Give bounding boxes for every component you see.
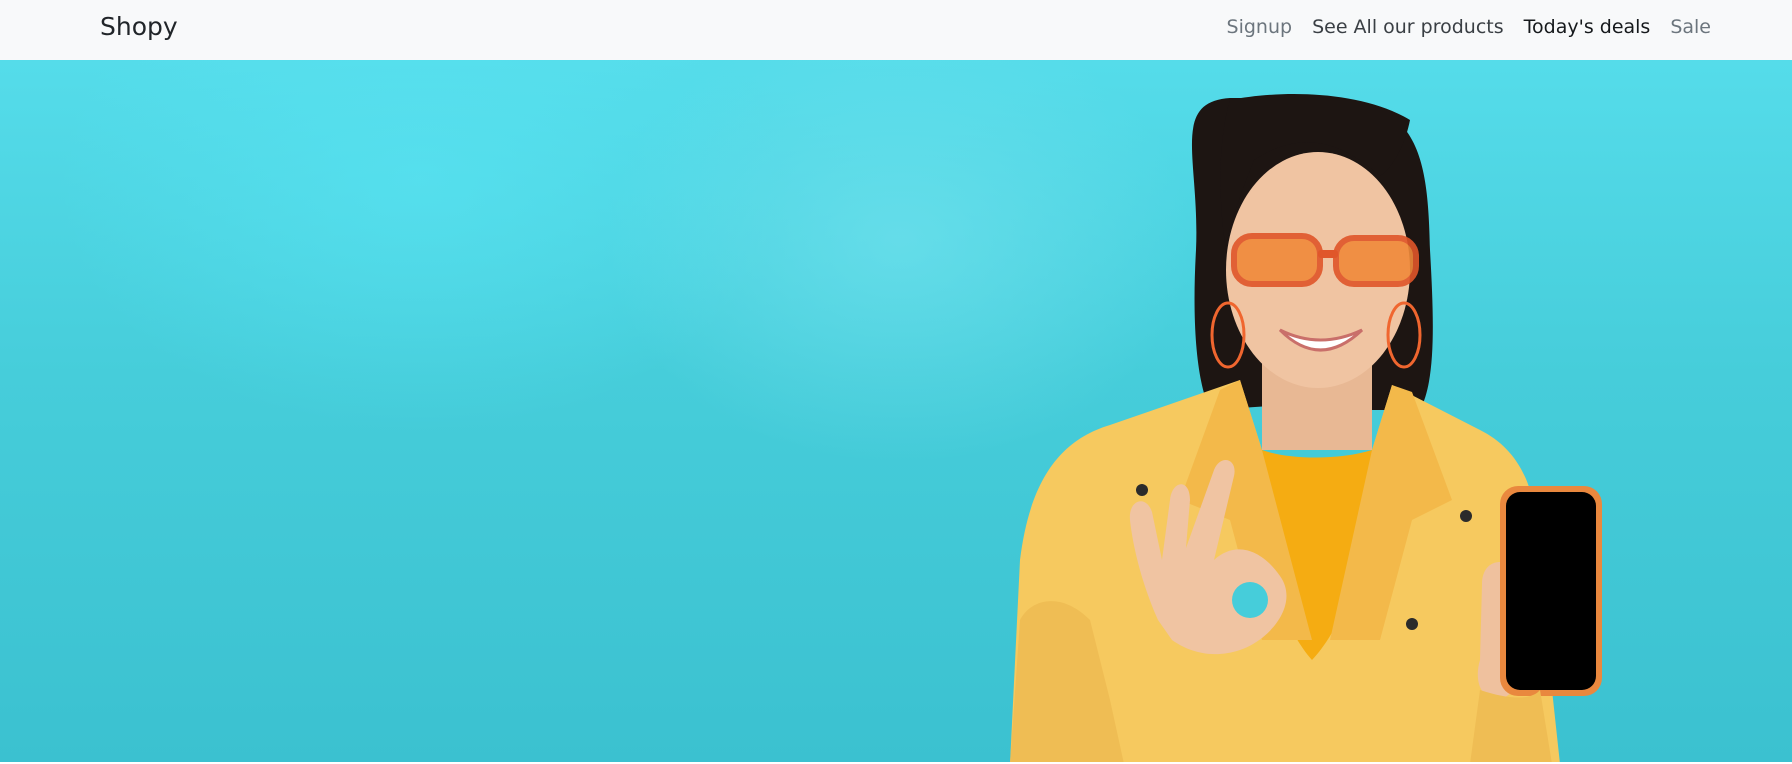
nav-link-sale[interactable]: Sale xyxy=(1670,15,1711,39)
brand-logo[interactable]: Shopy xyxy=(100,12,178,42)
top-navbar: Shopy Signup See All our products Today'… xyxy=(0,0,1792,60)
nav-link-signup[interactable]: Signup xyxy=(1227,15,1293,39)
hero-banner xyxy=(0,60,1792,762)
nav-links: Signup See All our products Today's deal… xyxy=(1227,15,1711,39)
nav-link-all-products[interactable]: See All our products xyxy=(1312,15,1504,39)
nav-link-todays-deals[interactable]: Today's deals xyxy=(1524,15,1651,39)
hero-woman-phone-ok-gesture-icon xyxy=(1010,94,1602,762)
